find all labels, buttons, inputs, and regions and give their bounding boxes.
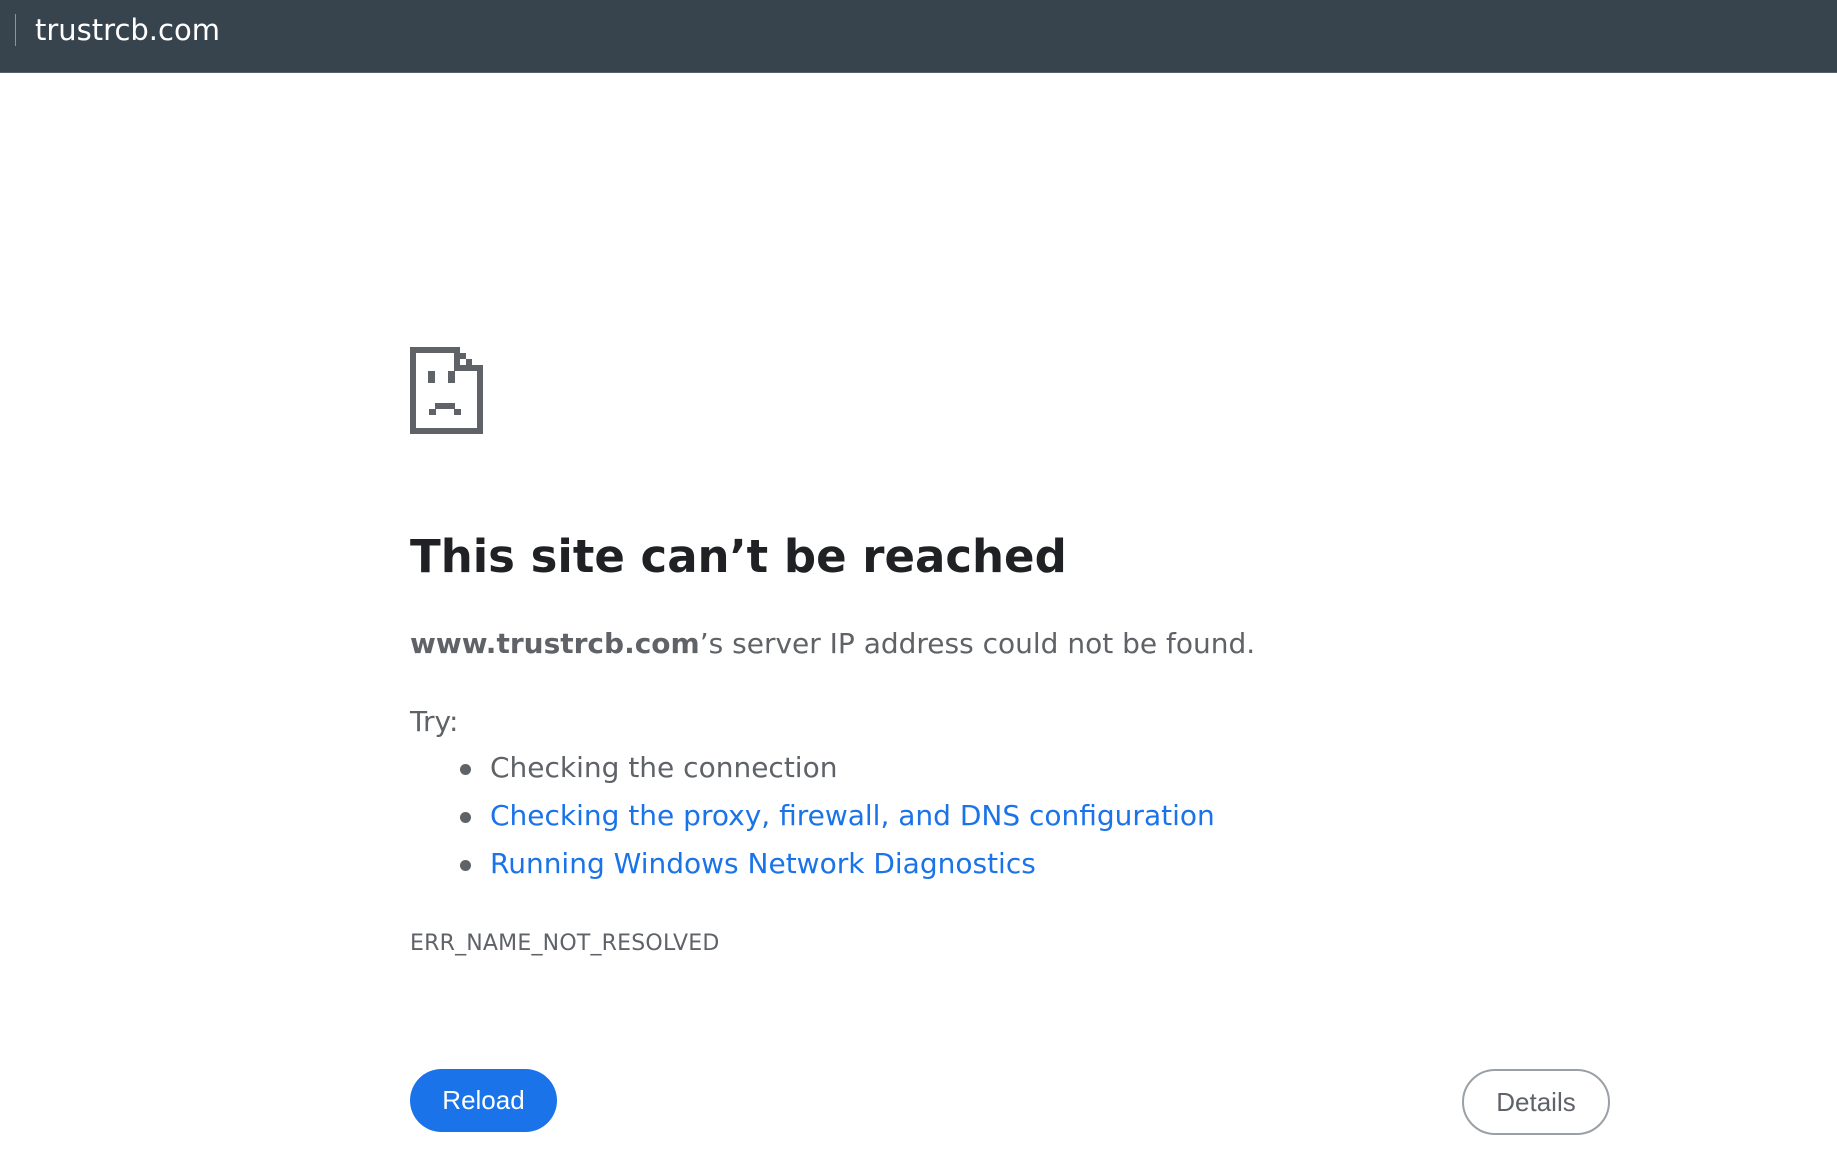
suggestion-network-diagnostics[interactable]: Running Windows Network Diagnostics bbox=[460, 846, 1215, 894]
error-host: www.trustrcb.com bbox=[410, 627, 700, 660]
try-label: Try: bbox=[410, 705, 459, 738]
suggestion-check-proxy[interactable]: Checking the proxy, firewall, and DNS co… bbox=[460, 798, 1215, 846]
details-button[interactable]: Details bbox=[1462, 1069, 1610, 1135]
error-headline: This site can’t be reached bbox=[410, 530, 1067, 583]
error-code: ERR_NAME_NOT_RESOLVED bbox=[410, 931, 720, 956]
network-diagnostics-link[interactable]: Running Windows Network Diagnostics bbox=[490, 847, 1036, 880]
suggestion-check-connection: Checking the connection bbox=[460, 750, 1215, 798]
error-summary-text: ’s server IP address could not be found. bbox=[699, 627, 1256, 660]
error-page-content: This site can’t be reached www.trustrcb.… bbox=[410, 0, 1610, 1165]
bullet-icon bbox=[460, 812, 471, 823]
suggestion-text: Checking the connection bbox=[490, 751, 838, 784]
reload-button[interactable]: Reload bbox=[410, 1069, 557, 1132]
bullet-icon bbox=[460, 764, 471, 775]
suggestions-list: Checking the connection Checking the pro… bbox=[460, 750, 1215, 894]
text-cursor bbox=[15, 14, 16, 46]
bullet-icon bbox=[460, 860, 471, 871]
proxy-firewall-dns-link[interactable]: Checking the proxy, firewall, and DNS co… bbox=[490, 799, 1215, 832]
url-text[interactable]: trustrcb.com bbox=[35, 12, 220, 48]
sad-page-icon bbox=[410, 347, 483, 434]
error-summary: www.trustrcb.com’s server IP address cou… bbox=[410, 626, 1255, 662]
